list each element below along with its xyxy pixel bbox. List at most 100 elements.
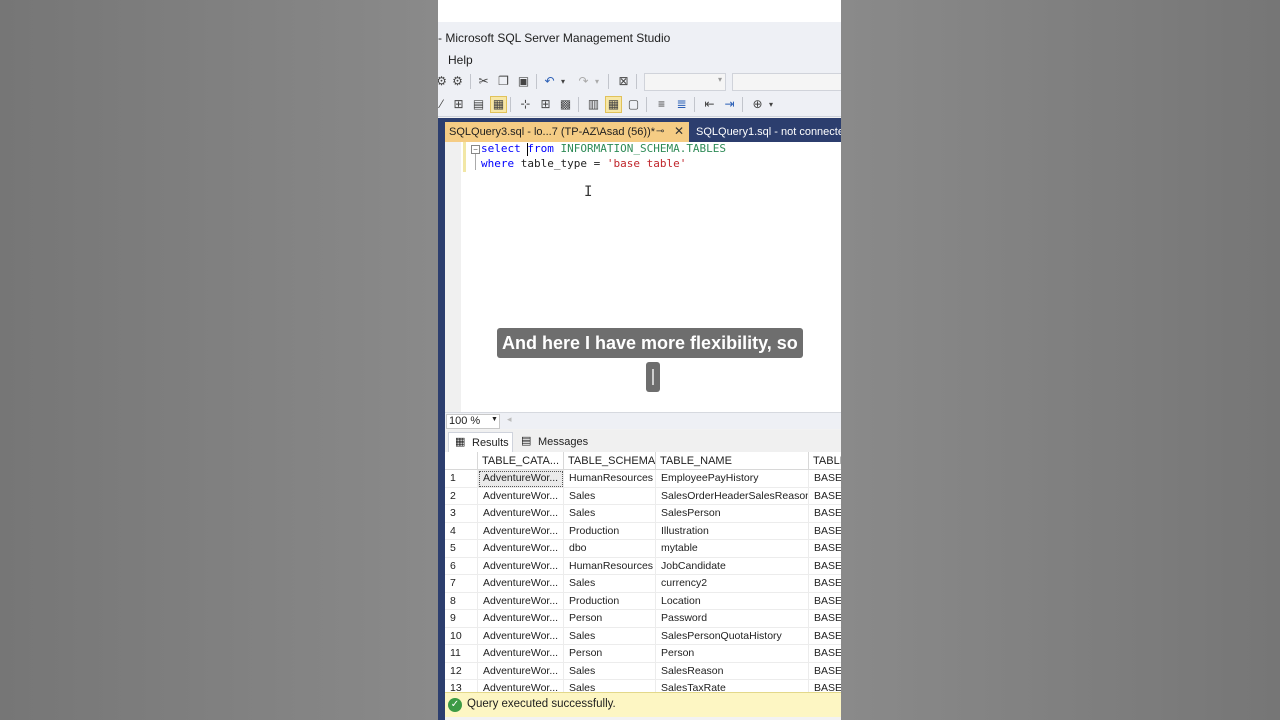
activity-monitor-icon[interactable]: ⊠ [616, 74, 631, 89]
close-icon[interactable]: ✕ [674, 124, 684, 138]
redo-icon[interactable]: ↷ [576, 74, 591, 89]
zoom-select[interactable]: 100 % ▼ [446, 414, 500, 429]
increase-indent-icon[interactable]: ⇥ [722, 97, 737, 112]
results-file-icon[interactable]: ▥ [586, 97, 601, 112]
grid-cell[interactable]: BASE [809, 558, 841, 575]
grid-cell[interactable]: HumanResources [564, 557, 656, 575]
grid-cell[interactable]: Sales [564, 487, 656, 505]
results-doc-icon[interactable]: ▢ [626, 97, 641, 112]
grid-cell[interactable]: EmployeePayHistory [656, 470, 809, 488]
grid-cell[interactable]: BASE [809, 593, 841, 610]
column-header[interactable]: TABLE_CATA... [478, 452, 564, 470]
row-number-cell[interactable]: 2 [445, 487, 478, 505]
tab-sqlquery3[interactable]: SQLQuery3.sql - lo...7 (TP-AZ\Asad (56))… [445, 122, 689, 142]
row-number-header[interactable] [445, 452, 478, 470]
grid-cell[interactable]: SalesOrderHeaderSalesReason [656, 487, 809, 505]
grid-cell[interactable]: dbo [564, 540, 656, 558]
grid-cell[interactable]: BASE [809, 628, 841, 645]
grid-cell[interactable]: Person [564, 610, 656, 628]
grid-cell[interactable]: AdventureWor... [478, 592, 564, 610]
grid-cell[interactable]: Password [656, 610, 809, 628]
row-number-cell[interactable]: 1 [445, 470, 478, 488]
grid-cell[interactable]: AdventureWor... [478, 575, 564, 593]
grid-cell[interactable]: BASE [809, 680, 841, 692]
copy-icon[interactable]: ❐ [496, 74, 511, 89]
grid-cell[interactable]: Sales [564, 627, 656, 645]
menu-item-help[interactable]: Help [448, 53, 473, 67]
grid-cell[interactable]: Sales [564, 680, 656, 692]
table-row[interactable]: 3 AdventureWor... Sales SalesPerson BASE [445, 505, 841, 523]
grid-cell[interactable]: BASE [809, 645, 841, 663]
table-row[interactable]: 11 AdventureWor... Person Person BASE [445, 645, 841, 663]
grid-cell[interactable]: AdventureWor... [478, 557, 564, 575]
table-row[interactable]: 5 AdventureWor... dbo mytable BASE [445, 540, 841, 558]
grid-cell[interactable]: AdventureWor... [478, 627, 564, 645]
row-number-cell[interactable]: 10 [445, 627, 478, 645]
find-combo[interactable] [732, 73, 841, 91]
row-number-cell[interactable]: 3 [445, 505, 478, 523]
row-number-cell[interactable]: 8 [445, 592, 478, 610]
grid-cell[interactable]: Sales [564, 505, 656, 523]
results-to-grid-icon[interactable]: ▦ [490, 96, 507, 113]
table-row[interactable]: 6 AdventureWor... HumanResources JobCandida… [445, 557, 841, 575]
uncomment-icon[interactable]: ≣ [674, 97, 689, 112]
tab-messages[interactable]: ▤ Messages [515, 432, 588, 451]
table-row[interactable]: 7 AdventureWor... Sales currency2 BASE [445, 575, 841, 593]
grid-cell[interactable]: currency2 [656, 575, 809, 593]
grid-cell[interactable]: Production [564, 592, 656, 610]
tab-sqlquery1[interactable]: SQLQuery1.sql - not connected [689, 122, 841, 142]
scroll-left-icon[interactable]: ◂ [507, 414, 512, 425]
column-header[interactable]: TABLE_NAME [656, 452, 809, 470]
table-row[interactable]: 4 AdventureWor... Production Illustration BA… [445, 522, 841, 540]
live-stats-icon[interactable]: ⊞ [538, 97, 553, 112]
grid-cell[interactable]: Person [564, 645, 656, 663]
grid-cell[interactable]: BASE [809, 540, 841, 558]
tab-results[interactable]: ▦ Results [448, 432, 513, 452]
paste-icon[interactable]: ▣ [516, 74, 531, 89]
specify-values-icon[interactable]: ⊕ [750, 97, 765, 112]
grid-cell[interactable]: SalesReason [656, 662, 809, 680]
row-number-cell[interactable]: 6 [445, 557, 478, 575]
collapse-icon[interactable]: − [471, 145, 480, 154]
row-number-cell[interactable]: 5 [445, 540, 478, 558]
row-number-cell[interactable]: 9 [445, 610, 478, 628]
query-editor[interactable]: − select from INFORMATION_SCHEMA.TABLES … [445, 142, 841, 412]
grid-cell[interactable]: Illustration [656, 522, 809, 540]
grid-cell[interactable]: BASE [809, 663, 841, 680]
grid-cell[interactable]: Production [564, 522, 656, 540]
column-header[interactable]: TABLE_SCHEMA [564, 452, 656, 470]
grid-cell[interactable]: BASE [809, 505, 841, 523]
results-grid[interactable]: TABLE_CATA... TABLE_SCHEMA TABLE_NAME TA… [445, 452, 841, 692]
row-number-cell[interactable]: 12 [445, 662, 478, 680]
client-stats-icon[interactable]: ▩ [558, 97, 573, 112]
cut-icon[interactable]: ✂ [476, 74, 491, 89]
indent-icon[interactable]: ⁄ [438, 97, 449, 112]
grid-cell[interactable]: AdventureWor... [478, 645, 564, 663]
pin-icon[interactable]: ⊸ [656, 126, 664, 137]
grid-cell[interactable]: BASE [809, 470, 841, 488]
comment-icon[interactable]: ≡ [654, 97, 669, 112]
grid-cell[interactable]: Location [656, 592, 809, 610]
grid-cell[interactable]: mytable [656, 540, 809, 558]
grid-cell[interactable]: AdventureWor... [478, 680, 564, 692]
grid-cell[interactable]: Person [656, 645, 809, 663]
row-number-cell[interactable]: 4 [445, 522, 478, 540]
grid-cell[interactable]: BASE [809, 488, 841, 505]
toolbar-overflow-icon[interactable]: ▾ [767, 97, 775, 112]
table-row[interactable]: 12 AdventureWor... Sales SalesReason BASE [445, 662, 841, 680]
grid-cell[interactable]: AdventureWor... [478, 540, 564, 558]
table-row[interactable]: 13 AdventureWor... Sales SalesTaxRate BASE [445, 680, 841, 692]
grid-cell[interactable]: SalesTaxRate [656, 680, 809, 692]
query-designer-icon[interactable]: ⊞ [451, 97, 466, 112]
undo-icon[interactable]: ↶ [542, 74, 557, 89]
decrease-indent-icon[interactable]: ⇤ [702, 97, 717, 112]
row-number-cell[interactable]: 11 [445, 645, 478, 663]
grid-cell[interactable]: SalesPersonQuotaHistory [656, 627, 809, 645]
table-row[interactable]: 1 AdventureWor... HumanResources EmployeePa… [445, 470, 841, 488]
solution-config-combo[interactable]: ▾ [644, 73, 726, 91]
disconnect-icon[interactable]: ⚙ [450, 74, 465, 89]
grid-cell[interactable]: AdventureWor... [478, 505, 564, 523]
row-number-cell[interactable]: 7 [445, 575, 478, 593]
undo-dropdown-icon[interactable]: ▾ [559, 74, 567, 89]
row-number-cell[interactable]: 13 [445, 680, 478, 692]
